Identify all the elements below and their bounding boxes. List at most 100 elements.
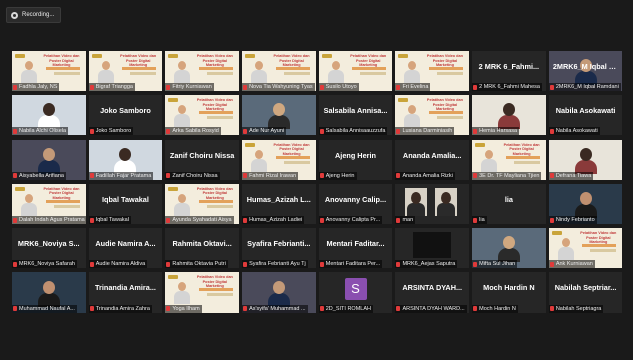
participant-tile[interactable]: Pelatihan Video dan Poster Digital Marke… bbox=[165, 183, 239, 225]
mic-muted-icon bbox=[319, 306, 324, 312]
participant-tile[interactable]: Fadillah Fajar Pratama bbox=[88, 139, 163, 180]
participant-tile[interactable]: Pelatihan Video dan Poster Digital Marke… bbox=[165, 272, 239, 313]
avatar: S bbox=[344, 278, 367, 301]
participant-display-name: Humas_Azizah L... bbox=[246, 194, 311, 204]
participant-name-label: Yoga Ilham bbox=[165, 304, 202, 313]
participant-name: Mifta Sul Jihan bbox=[479, 261, 516, 268]
mic-muted-icon bbox=[243, 217, 248, 223]
participant-tile[interactable]: 2 MRK 6_Fahmi... 2 MRK 6_Fahmi Mahesa bbox=[472, 51, 546, 92]
slide-bar bbox=[206, 293, 233, 297]
participant-tile[interactable]: Pelatihan Video dan Poster Digital Marke… bbox=[242, 139, 316, 180]
participant-name-label: Nindy Febrianto bbox=[548, 216, 597, 225]
participant-tile[interactable]: Pelatihan Video dan Poster Digital Marke… bbox=[318, 51, 393, 92]
participant-tile[interactable]: Ananda Amalia... Ananda Amalia Rizki bbox=[395, 139, 469, 180]
presenter-figure bbox=[97, 61, 115, 83]
presenter-figure bbox=[20, 193, 38, 216]
slide-bar bbox=[360, 72, 387, 75]
participant-tile[interactable]: Iqbal Tawakal Iqbal Tawakal bbox=[88, 183, 163, 225]
participant-tile[interactable]: Pelatihan Video dan Poster Digital Marke… bbox=[395, 51, 469, 92]
logo-icon bbox=[168, 98, 179, 103]
participant-tile[interactable]: Mentari Faditar... Mentari Faditara Per..… bbox=[318, 228, 393, 269]
presenter-figure bbox=[403, 61, 421, 83]
mic-muted-icon bbox=[13, 84, 17, 90]
participant-tile[interactable]: Joko Samboro Joko Samboro bbox=[88, 95, 163, 136]
mic-muted-icon bbox=[243, 261, 248, 267]
person-figure bbox=[37, 147, 60, 174]
person-figure bbox=[114, 147, 137, 174]
slide-bar bbox=[428, 67, 463, 70]
slide-bar bbox=[352, 67, 387, 70]
participant-tile[interactable]: MRK6_Noviya S... MRK6_Noviya Safarah bbox=[12, 228, 86, 269]
slide-bar bbox=[513, 160, 540, 164]
participant-tile[interactable]: Defrana Tiawa bbox=[548, 139, 623, 180]
participant-tile[interactable]: Muhammad Naufal A... bbox=[12, 272, 86, 313]
participant-tile[interactable]: Trinandia Amira... Trinandia Amira Zahra bbox=[88, 272, 163, 313]
participant-tile[interactable]: man bbox=[395, 183, 469, 225]
participant-tile[interactable]: Nabilah Septriar... Nabilah Septriagra bbox=[548, 272, 623, 313]
mic-muted-icon bbox=[166, 173, 171, 179]
participant-name-label: Trinandia Amira Zahra bbox=[88, 304, 152, 313]
participant-tile[interactable]: ARSINTA DYAH... ARSINTA DYAH WARD... bbox=[395, 272, 469, 313]
participant-tile[interactable]: Pelatihan Video dan Poster Digital Marke… bbox=[12, 183, 86, 225]
participant-tile[interactable]: Pelatihan Video dan Poster Digital Marke… bbox=[472, 139, 546, 180]
participant-tile[interactable]: Aisyabella Arifiana bbox=[12, 139, 86, 180]
participant-tile[interactable]: Pelatihan Video dan Poster Digital Marke… bbox=[12, 51, 86, 92]
participant-name: Bigraf Triangga bbox=[95, 84, 133, 91]
mic-muted-icon bbox=[243, 128, 248, 134]
participant-tile[interactable]: Pelatihan Video dan Poster Digital Marke… bbox=[88, 51, 163, 92]
slide-title: Pelatihan Video dan Poster Digital Marke… bbox=[196, 275, 233, 289]
mic-muted-icon bbox=[13, 306, 17, 312]
mic-muted-icon bbox=[13, 261, 17, 267]
participant-tile[interactable]: Audie Namira A... Audie Namira Aldiva bbox=[88, 228, 163, 269]
participant-name-label: Defrana Tiawa bbox=[548, 171, 594, 180]
participant-tile[interactable]: Nabila Alchi Olisela bbox=[12, 95, 86, 136]
participant-tile[interactable]: Nindy Febrianto bbox=[548, 183, 623, 225]
participant-tile[interactable]: 2MRK6_M Iqbal Ram... 2MRK6_M Iqbal Ramdan… bbox=[548, 51, 623, 92]
presenter-figure bbox=[557, 238, 575, 261]
participant-display-name: Ananda Amalia... bbox=[402, 150, 462, 160]
participant-tile[interactable]: Rahmita Oktavi... Rahmita Oktavia Putri bbox=[165, 228, 239, 269]
participant-name: MRK6_Aejas Saputra bbox=[402, 261, 456, 268]
participant-tile[interactable]: lia lia bbox=[472, 183, 546, 225]
participant-tile[interactable]: Ade Nur Ayuni bbox=[242, 95, 316, 136]
participant-name-label: 2 MRK 6_Fahmi Mahesa bbox=[472, 83, 542, 92]
cloud-record-icon bbox=[11, 11, 18, 19]
participant-tile[interactable]: Zanif Choiru Nissa Zanif Choiru Nissa bbox=[165, 139, 239, 180]
person-figure bbox=[267, 280, 290, 307]
participant-tile[interactable]: Hemia Harsasa bbox=[472, 95, 546, 136]
participant-tile[interactable]: Pelatihan Video dan Poster Digital Marke… bbox=[242, 51, 316, 92]
recording-indicator[interactable]: Recording... bbox=[6, 7, 62, 23]
mic-muted-icon bbox=[396, 173, 401, 179]
participant-tile[interactable]: Pelatihan Video dan Poster Digital Marke… bbox=[165, 51, 239, 92]
logo-icon bbox=[168, 275, 179, 280]
participant-name: Fahmi Rizal Irawan bbox=[249, 172, 297, 179]
logo-icon bbox=[15, 186, 25, 191]
slide-title: Pelatihan Video dan Poster Digital Marke… bbox=[273, 142, 310, 156]
participant-tile[interactable]: Salsabila Annisa... Salsabila Annisaauzzu… bbox=[318, 95, 393, 136]
participant-tile[interactable]: Pelatihan Video dan Poster Digital Marke… bbox=[165, 95, 239, 136]
participant-name: 2 MRK 6_Fahmi Mahesa bbox=[479, 84, 540, 91]
participant-tile[interactable]: As'syifa' Muhammad ... bbox=[242, 272, 316, 313]
participant-tile[interactable]: Syafira Febrianti... Syafira Febrianti Ay… bbox=[242, 228, 316, 269]
participant-tile[interactable]: MRK6_Aejas Saputra bbox=[395, 228, 469, 269]
participant-display-name: Rahmita Oktavi... bbox=[172, 239, 232, 249]
slide-title: Pelatihan Video dan Poster Digital Marke… bbox=[196, 54, 233, 67]
participant-tile[interactable]: Humas_Azizah L... Humas_Azizah Ladiei bbox=[242, 183, 316, 225]
participant-tile[interactable]: S 2D_SITI ROMLAH bbox=[318, 272, 393, 313]
slide-title: Pelatihan Video dan Poster Digital Marke… bbox=[120, 54, 157, 67]
mic-muted-icon bbox=[396, 306, 401, 312]
participant-display-name: Ajeng Herin bbox=[335, 150, 376, 160]
participant-display-name: Nabila Asokawati bbox=[555, 106, 616, 116]
participant-tile[interactable]: Nabila Asokawati Nabila Asokawati bbox=[548, 95, 623, 136]
participant-tile[interactable]: Anovanny Calip... Anovanny Calipta Pr... bbox=[318, 183, 393, 225]
participant-name-label: As'syifa' Muhammad ... bbox=[242, 304, 308, 313]
participant-tile[interactable]: Pelatihan Video dan Poster Digital Marke… bbox=[395, 95, 469, 136]
participant-name-label: Ade Nur Ayuni bbox=[242, 127, 287, 136]
participant-tile[interactable]: Pelatihan Video dan Poster Digital Marke… bbox=[548, 228, 623, 269]
mic-muted-icon bbox=[166, 128, 171, 134]
participant-tile[interactable]: Mifta Sul Jihan bbox=[472, 228, 546, 269]
participant-name-label: Nabila Asokawati bbox=[548, 127, 600, 136]
participant-tile[interactable]: Ajeng Herin Ajeng Herin bbox=[318, 139, 393, 180]
participant-name: Salsabila Annisaauzzufa bbox=[325, 128, 386, 135]
participant-tile[interactable]: Moch Hardin N Moch Hardin N bbox=[472, 272, 546, 313]
